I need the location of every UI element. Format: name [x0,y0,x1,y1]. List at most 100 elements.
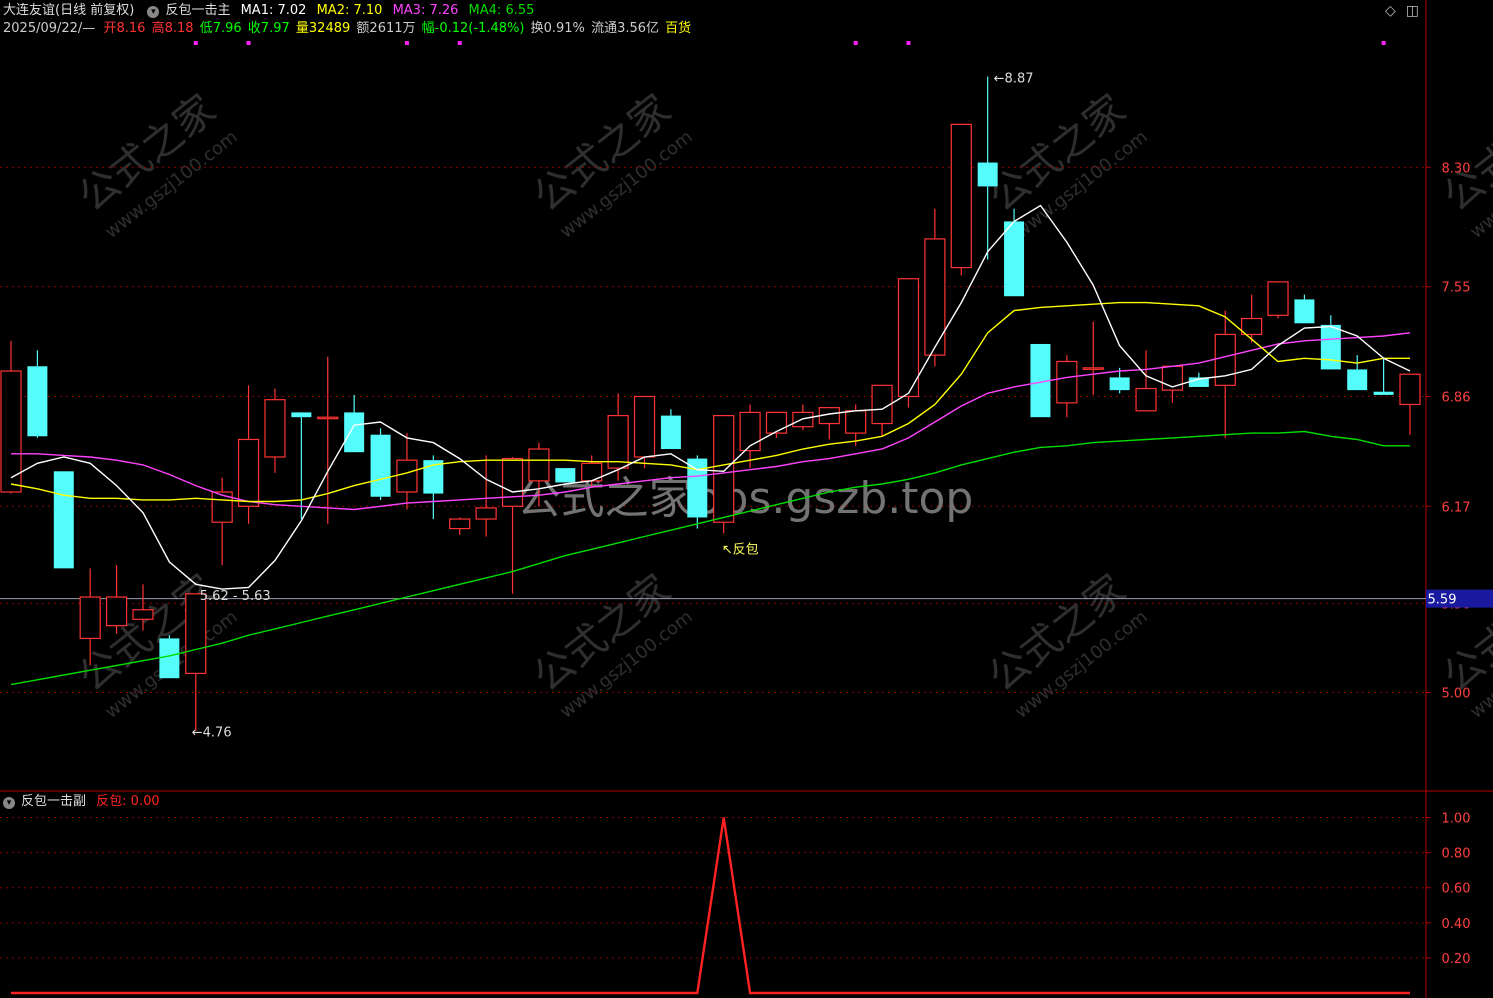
candle-body [291,412,312,418]
close-value: 7.97 [260,21,290,36]
candle [264,388,286,473]
candle [977,76,998,260]
candle-body [660,415,681,450]
period-label[interactable]: (日线 前复权) [55,3,134,18]
candle [765,411,788,438]
low-group: 低7.96 [199,21,242,36]
candle [344,394,365,453]
candle-body [687,458,708,518]
ma4-line [10,430,1410,686]
signal-marker [246,41,251,45]
watermark-tile: 公式之家www.gszj100.com [980,86,1152,243]
sector-label[interactable]: 百货 [665,21,691,36]
candle [1188,372,1209,387]
candle-body [1267,281,1289,316]
high-group: 高8.18 [151,21,194,36]
candle [924,208,946,367]
watermark-tile: 公式之家www.gszj100.com [980,566,1152,723]
candle-body [1373,391,1394,395]
candle-body [105,596,128,627]
float-value: 3.56亿 [617,21,660,36]
candle [185,593,207,731]
signal-marker [193,41,198,45]
amount-value: 2611万 [369,21,416,36]
current-price-label: 5.59 [1428,593,1457,608]
candle-body [317,416,339,420]
change-value: -0.12(-1.48%) [434,21,525,36]
candle-body [1347,369,1368,391]
candle [950,123,972,276]
low-value: 7.96 [212,21,242,36]
ma2-label: MA2: 7.10 [316,3,383,18]
turnover-value: 0.91% [543,21,585,36]
ma1-line [10,204,1411,590]
candle [27,350,48,438]
y-tick-label: 6.17 [1442,500,1471,515]
y-tick-label: 7.55 [1442,281,1471,296]
restore-window-icon[interactable]: ◫ [1406,3,1419,19]
watermark-tile: 公式之家www.gszj100.com [525,566,697,723]
amount-group: 额2611万 [356,21,416,36]
candle-body [765,411,788,434]
diamond-icon[interactable]: ◇ [1385,3,1396,19]
y-tick-label: 5.00 [1442,687,1471,702]
candle [1399,373,1421,435]
candle-body [713,414,735,523]
candle-body [845,410,867,434]
candle [1267,281,1289,319]
ma1-label: MA1: 7.02 [240,3,307,18]
header-line-2: 2025/09/22/— 开8.16 高8.18 低7.96 收7.97 量32… [3,21,697,37]
signal-marker [1381,41,1386,45]
y-tick-label: 6.86 [1442,390,1471,405]
candle-body [1241,317,1263,336]
volume-value: 32489 [308,21,351,36]
candle-body [159,638,180,679]
date-label: 2025/09/22/— [3,21,96,36]
sub-y-tick-label: 0.40 [1442,917,1471,932]
candle-body [475,507,497,520]
signal-marker [906,41,911,45]
change-group: 幅-0.12(-1.48%) [421,21,525,36]
candle-body [1135,387,1157,412]
candle-body [370,434,391,497]
chevron-down-icon[interactable]: ▾ [147,6,160,18]
chevron-down-icon[interactable]: ▾ [3,797,15,809]
open-group: 开8.16 [103,21,146,36]
candle-body [1320,324,1341,370]
stock-name[interactable]: 大连友谊 [3,3,55,18]
candle [1082,321,1104,395]
kline-chart[interactable]: 公式之家www.gszj100.com 公式之家www.gszj100.com 公式… [0,0,1493,998]
high-value: 8.18 [164,21,194,36]
candle-body [1294,299,1315,324]
candle-body [555,468,576,483]
sub-indicator-name[interactable]: 反包一击副 [21,794,86,809]
candle-body [237,438,260,507]
annotation-label: ↖反包 [722,542,759,557]
candle [317,356,339,524]
candle [1241,294,1263,343]
candle [53,471,74,569]
candle [555,468,576,483]
close-group: 收7.97 [247,21,290,36]
sub-y-tick-label: 0.60 [1442,882,1471,897]
candle-body [924,238,946,356]
candle-body [1109,377,1130,391]
watermark-tile-cn: 公式之家 [1435,86,1493,221]
candle [105,565,128,634]
float-group: 流通3.56亿 [591,21,660,36]
candle-body [132,609,154,620]
signal-marker [457,41,462,45]
ma2-line [10,301,1410,503]
candle-body [396,459,418,493]
candle [449,517,471,535]
candle-body [449,518,471,530]
annotation-label: ←4.76 [192,726,232,741]
watermark-tile: 公式之家www.gszj100.com [525,86,697,243]
main-indicator-name[interactable]: 反包一击主 [165,3,230,18]
candle-body [501,457,524,507]
candle-body [53,471,74,569]
candle-body [1214,333,1236,386]
candle-body [528,448,550,482]
candle [1294,294,1315,324]
annotation-label: 5.62 - 5.63 [200,589,271,604]
